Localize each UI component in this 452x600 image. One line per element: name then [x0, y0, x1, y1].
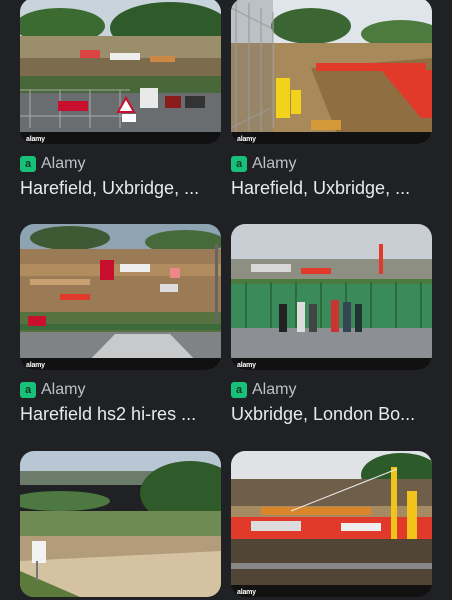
image-result-card[interactable]: alamy a Alamy Harefield hs2 hi-res ... — [20, 224, 221, 424]
source-name: Alamy — [41, 155, 86, 172]
watermark-logo: alamy — [237, 362, 256, 369]
watermark-logo: alamy — [237, 136, 256, 143]
result-title[interactable]: Harefield, Uxbridge, ... — [20, 178, 225, 199]
alamy-favicon-icon: a — [20, 382, 36, 398]
result-source[interactable]: a Alamy — [231, 155, 296, 173]
result-title[interactable]: Harefield, Uxbridge, ... — [231, 178, 436, 199]
construction-site-photo — [20, 0, 221, 133]
watermark-bar: alamy — [231, 585, 432, 597]
construction-fence-photo — [231, 0, 432, 144]
result-thumbnail[interactable]: alamy — [231, 224, 432, 370]
alamy-favicon-icon: a — [231, 156, 247, 172]
hs2-site-aerial-photo — [20, 224, 221, 370]
watermark-logo: alamy — [237, 589, 256, 596]
result-thumbnail[interactable]: alamy — [20, 0, 221, 144]
watermark-bar: alamy — [20, 358, 221, 370]
alamy-favicon-icon: a — [20, 156, 36, 172]
result-title[interactable]: Harefield hs2 hi-res ... — [20, 404, 225, 425]
alamy-favicon-icon: a — [231, 382, 247, 398]
image-result-card[interactable]: alamy a — [231, 451, 432, 597]
result-thumbnail[interactable]: alamy — [231, 451, 432, 597]
result-source[interactable]: a Alamy — [20, 381, 85, 399]
watermark-bar: alamy — [231, 132, 432, 144]
image-result-card[interactable]: alamy a Alamy Harefield, Uxbridge, ... — [231, 0, 432, 198]
countryside-field-photo — [20, 451, 221, 597]
result-thumbnail[interactable] — [20, 451, 221, 597]
result-title[interactable]: Uxbridge, London Bo... — [231, 404, 436, 425]
source-name: Alamy — [252, 381, 297, 398]
image-result-card[interactable]: alamy a Alamy Uxbridge, London Bo... — [231, 224, 432, 424]
result-thumbnail[interactable]: alamy — [231, 0, 432, 144]
source-name: Alamy — [252, 155, 297, 172]
construction-crane-site-photo — [231, 451, 432, 597]
people-walking-by-fence-photo — [231, 224, 432, 370]
image-result-card[interactable]: a — [20, 451, 221, 597]
result-source[interactable]: a Alamy — [231, 381, 296, 399]
image-results-grid: alamy a Alamy Harefield, Uxbridge, ... a… — [0, 0, 452, 600]
watermark-bar: alamy — [231, 358, 432, 370]
watermark-logo: alamy — [26, 362, 45, 369]
result-thumbnail[interactable]: alamy — [20, 224, 221, 370]
watermark-bar: alamy — [20, 132, 221, 144]
source-name: Alamy — [41, 381, 86, 398]
watermark-logo: alamy — [26, 136, 45, 143]
result-source[interactable]: a Alamy — [20, 155, 85, 173]
image-result-card[interactable]: alamy a Alamy Harefield, Uxbridge, ... — [20, 0, 221, 198]
